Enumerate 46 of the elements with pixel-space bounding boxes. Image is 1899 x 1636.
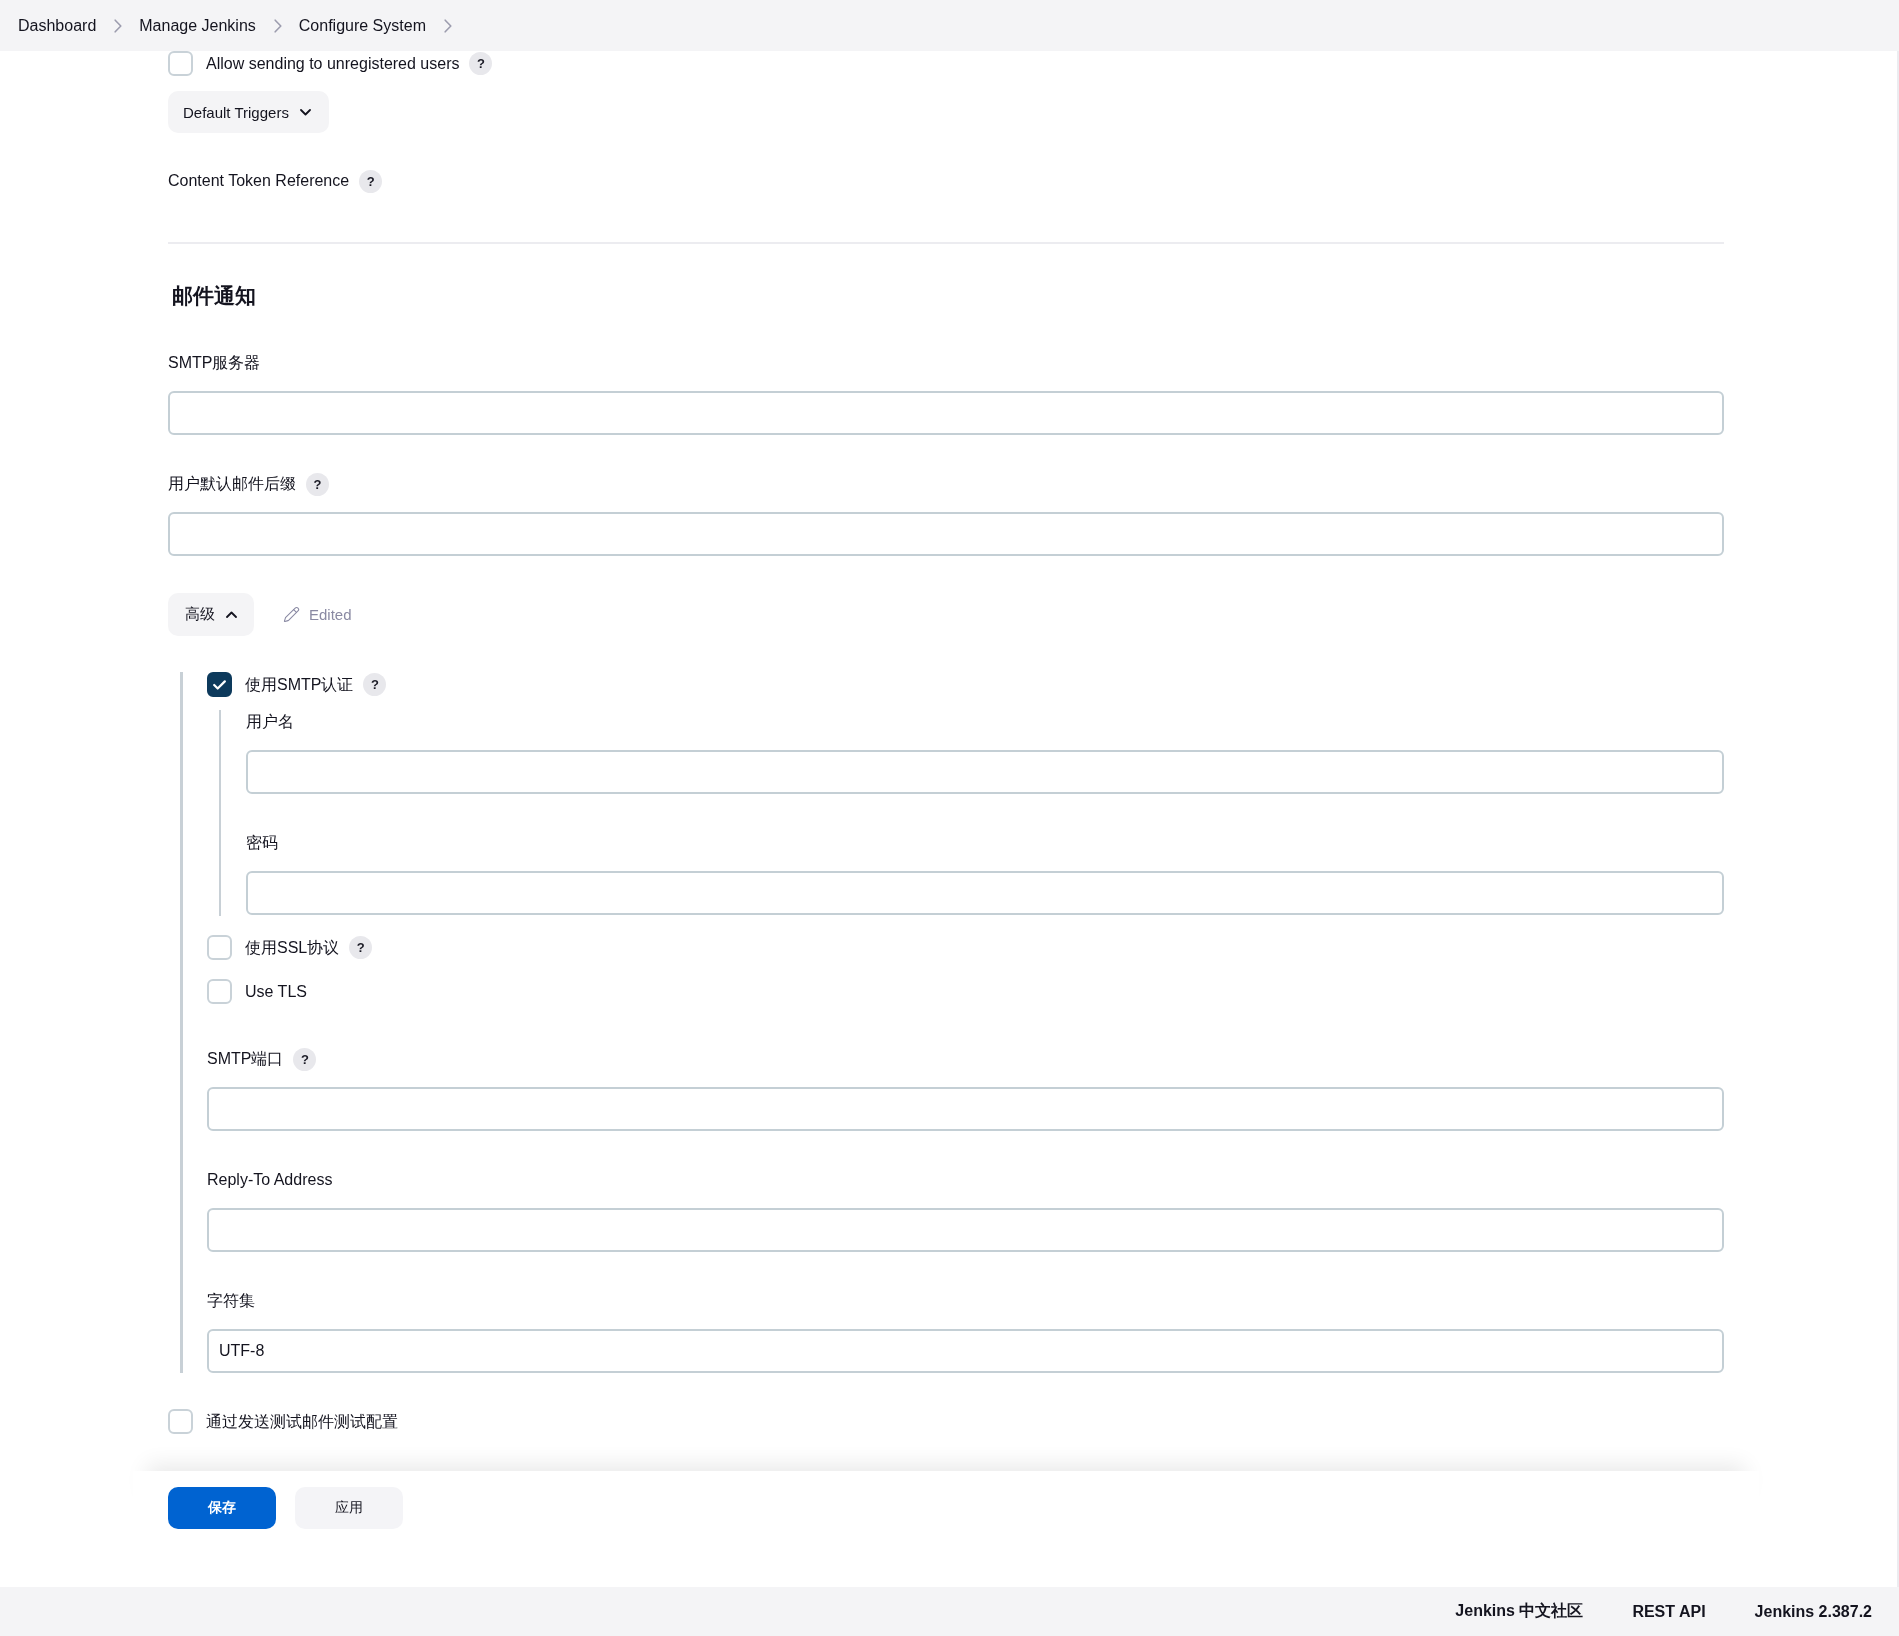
text-field[interactable] (246, 750, 1724, 794)
advanced-toggle-button[interactable]: 高级 (168, 593, 254, 636)
help-button[interactable]: ? (469, 52, 493, 75)
field-label: 用户默认邮件后缀 (168, 474, 296, 494)
text-field[interactable] (207, 1208, 1724, 1252)
chevron-right-icon[interactable] (114, 18, 123, 33)
footer-link[interactable]: Jenkins 2.387.2 (1754, 1602, 1872, 1621)
dropdown-button[interactable]: Default Triggers (168, 91, 329, 133)
save-button[interactable]: 保存 (168, 1487, 276, 1529)
text-field[interactable] (246, 871, 1724, 915)
chevron-right-icon[interactable] (273, 18, 282, 33)
pencil-icon (283, 606, 300, 623)
field-label: 字符集 (207, 1291, 255, 1311)
text-field[interactable]: UTF-8 (207, 1329, 1724, 1373)
field-label: Reply-To Address (207, 1170, 333, 1190)
chevron-up-icon (226, 611, 237, 618)
field-label: 用户名 (246, 712, 294, 732)
field-label: SMTP服务器 (168, 353, 261, 373)
section-label: Content Token Reference (168, 171, 350, 191)
checkbox-label: Allow sending to unregistered users (206, 53, 460, 74)
section-heading: 邮件通知 (172, 283, 257, 309)
help-button[interactable]: ? (306, 472, 329, 496)
checkbox-label: 通过发送测试邮件测试配置 (206, 1411, 398, 1432)
apply-button[interactable]: 应用 (295, 1487, 403, 1529)
field-label: 密码 (246, 833, 278, 853)
breadcrumb-link[interactable]: Configure System (298, 15, 426, 36)
checkbox-label: Use TLS (245, 981, 307, 1002)
breadcrumb-link[interactable]: Dashboard (18, 15, 97, 36)
help-button[interactable]: ? (349, 936, 373, 959)
edited-label: Edited (309, 606, 352, 623)
chevron-down-icon (299, 108, 311, 116)
help-button[interactable]: ? (359, 169, 383, 193)
footer-link[interactable]: REST API (1632, 1602, 1706, 1621)
help-button[interactable]: ? (293, 1047, 317, 1071)
checkbox-label: 使用SSL协议 (245, 937, 340, 958)
text-field[interactable] (207, 1087, 1724, 1131)
text-field[interactable] (168, 512, 1724, 556)
checkmark-icon (213, 679, 226, 690)
footer-link[interactable]: Jenkins 中文社区 (1455, 1601, 1584, 1622)
chevron-right-icon[interactable] (443, 18, 452, 33)
field-label: SMTP端口 (207, 1049, 284, 1069)
help-button[interactable]: ? (363, 673, 387, 696)
checkbox[interactable] (207, 672, 232, 697)
text-field[interactable] (168, 391, 1724, 435)
breadcrumb-link[interactable]: Manage Jenkins (139, 15, 256, 36)
checkbox-label: 使用SMTP认证 (245, 674, 354, 695)
